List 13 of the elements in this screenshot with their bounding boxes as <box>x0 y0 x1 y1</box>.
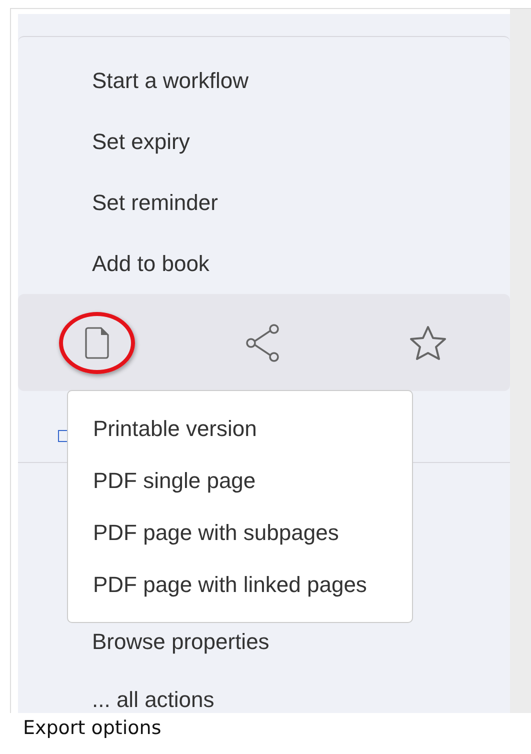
menu-item[interactable]: Add to book <box>18 233 510 294</box>
dropdown-item[interactable]: PDF page with subpages <box>68 507 412 559</box>
caption-text: Export options <box>22 716 162 739</box>
dropdown-item[interactable]: PDF single page <box>68 455 412 507</box>
document-button[interactable] <box>59 312 135 374</box>
menu-item[interactable]: ... all actions <box>18 671 510 713</box>
menu-item[interactable]: Set reminder <box>18 172 510 233</box>
dropdown-item[interactable]: Printable version <box>68 403 412 455</box>
star-icon <box>409 324 447 360</box>
document-icon <box>85 326 109 358</box>
menu-item[interactable]: Set expiry <box>18 111 510 172</box>
menu-item[interactable]: Start a workflow <box>18 50 510 111</box>
dropdown-item[interactable]: PDF page with linked pages <box>68 559 412 611</box>
